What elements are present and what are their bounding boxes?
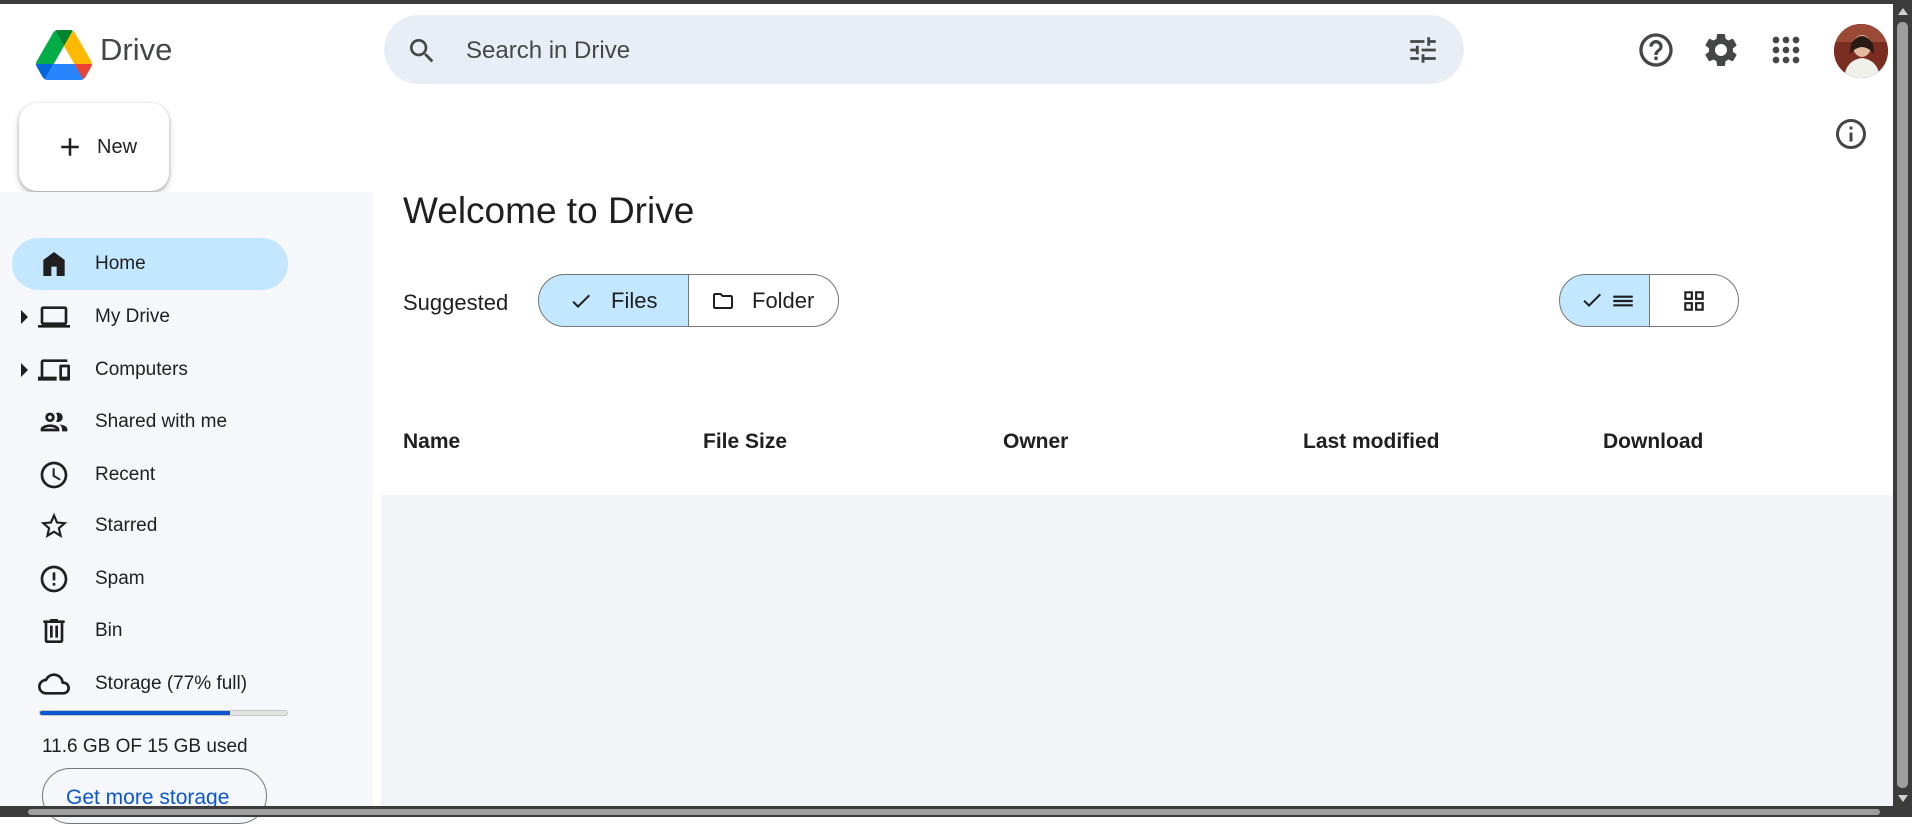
sidebar-item-storage[interactable]: Storage (77% full) — [12, 658, 288, 710]
account-avatar[interactable] — [1834, 24, 1888, 78]
horizontal-scrollbar-thumb[interactable] — [28, 809, 1880, 815]
check-icon — [572, 294, 590, 308]
scroll-down-arrow-icon[interactable] — [1898, 795, 1908, 802]
search-icon[interactable] — [406, 35, 438, 67]
clock-icon — [40, 461, 68, 489]
people-icon — [40, 412, 68, 432]
sidebar-item-label: Computers — [95, 359, 188, 380]
grid-view-icon — [1684, 291, 1704, 311]
help-icon[interactable] — [1636, 30, 1676, 70]
app-name[interactable]: Drive — [100, 32, 172, 68]
search-options-icon[interactable] — [1406, 33, 1440, 67]
laptop-icon — [38, 306, 70, 328]
vertical-scrollbar[interactable] — [1893, 4, 1912, 806]
horizontal-scrollbar[interactable] — [0, 806, 1912, 817]
sidebar-item-starred[interactable]: Starred — [12, 500, 288, 552]
scroll-up-arrow-icon[interactable] — [1898, 8, 1908, 15]
search-input[interactable]: Search in Drive — [466, 37, 630, 65]
sidebar-item-computers[interactable]: Computers — [12, 344, 288, 396]
trash-icon — [43, 619, 65, 643]
sidebar-item-label: Spam — [95, 568, 145, 589]
sidebar-item-spam[interactable]: Spam — [12, 553, 288, 605]
avatar-photo-icon — [1834, 24, 1888, 78]
home-icon — [43, 252, 65, 276]
file-list-area — [381, 495, 1893, 806]
star-icon — [40, 512, 68, 538]
sidebar-item-recent[interactable]: Recent — [12, 449, 288, 501]
sidebar-item-label: Home — [95, 253, 146, 274]
list-view-toggle[interactable] — [1559, 274, 1650, 327]
sidebar-item-label: Starred — [95, 515, 158, 536]
check-icon — [1583, 293, 1601, 307]
scrollbar-thumb[interactable] — [1897, 22, 1908, 788]
sidebar-item-my-drive[interactable]: My Drive — [12, 291, 288, 343]
sidebar-item-shared-with-me[interactable]: Shared with me — [12, 396, 288, 448]
sidebar-item-label: Recent — [95, 464, 156, 485]
report-icon — [40, 565, 68, 593]
sidebar-item-label: Bin — [95, 620, 123, 641]
sidebar-item-bin[interactable]: Bin — [12, 605, 288, 657]
search-bar[interactable]: Search in Drive — [384, 15, 1464, 84]
storage-progress-fill — [40, 711, 231, 715]
suggested-label: Suggested — [403, 290, 509, 315]
sidebar-item-home[interactable]: Home — [12, 238, 288, 290]
storage-progress-bar — [39, 710, 288, 716]
settings-icon[interactable] — [1701, 30, 1741, 70]
column-header-name[interactable]: Name — [403, 430, 460, 454]
storage-used-text: 11.6 GB OF 15 GB used — [42, 736, 248, 757]
filter-files-label: Files — [611, 288, 658, 313]
sidebar-item-label: My Drive — [95, 306, 170, 327]
plus-icon — [61, 138, 79, 156]
expand-arrow-icon[interactable] — [21, 363, 28, 377]
details-info-icon[interactable] — [1833, 116, 1869, 152]
grid-view-toggle[interactable] — [1649, 274, 1739, 327]
devices-icon — [38, 359, 70, 381]
filter-folder-label: Folder — [752, 288, 815, 313]
list-view-icon — [1613, 295, 1633, 307]
apps-grid-icon[interactable] — [1766, 30, 1806, 70]
column-header-download[interactable]: Download — [1603, 430, 1703, 454]
filter-folder-chip[interactable]: Folder — [688, 274, 839, 327]
folder-icon — [713, 293, 733, 309]
column-header-last-modified[interactable]: Last modified — [1303, 430, 1440, 454]
new-button-label: New — [97, 136, 138, 158]
drive-logo-icon[interactable] — [36, 30, 92, 80]
page-title: Welcome to Drive — [403, 190, 695, 231]
cloud-icon — [38, 673, 70, 695]
sidebar-item-label: Storage (77% full) — [95, 673, 248, 694]
window-top-border — [0, 0, 1912, 4]
filter-files-chip[interactable]: Files — [538, 274, 689, 327]
sidebar-item-label: Shared with me — [95, 411, 228, 432]
column-header-file-size[interactable]: File Size — [703, 430, 787, 454]
expand-arrow-icon[interactable] — [21, 310, 28, 324]
column-header-owner[interactable]: Owner — [1003, 430, 1068, 454]
new-button[interactable]: New — [19, 103, 169, 191]
